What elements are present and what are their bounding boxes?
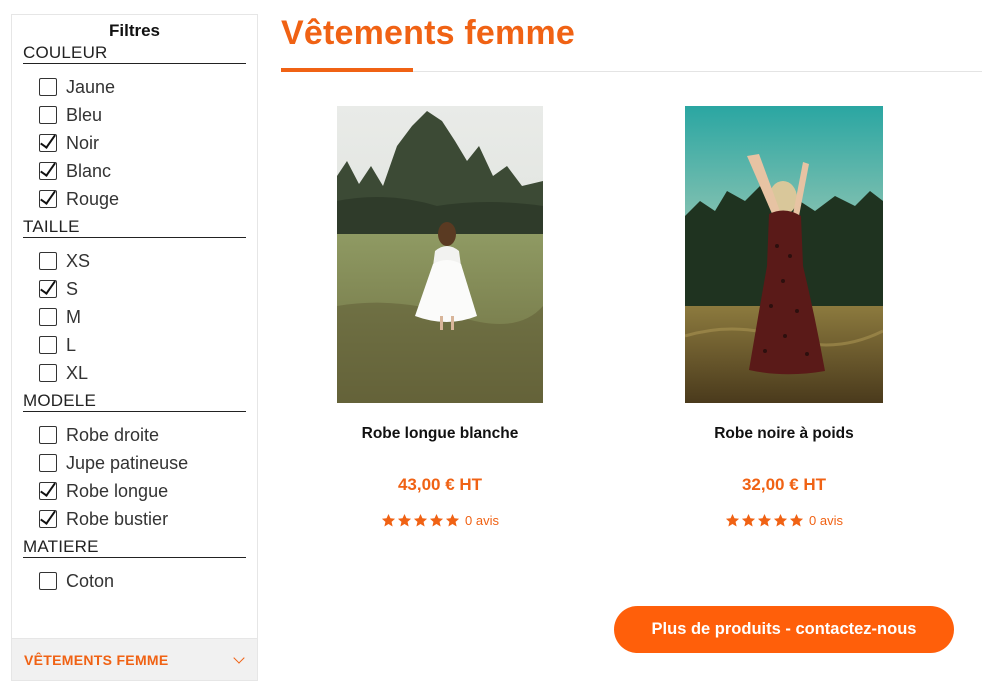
product-image[interactable]: [337, 106, 543, 403]
filter-option-label: S: [66, 278, 79, 299]
product-card: Robe noire à poids 32,00 € HT 0 avis: [624, 106, 944, 528]
star-icon: [773, 513, 788, 527]
filter-option-jupe-patineuse[interactable]: Jupe patineuse: [39, 449, 246, 477]
rating-stars: [381, 513, 460, 528]
product-rating: 0 avis: [624, 513, 944, 528]
filters-sidebar: Filtres COULEUR Jaune Bleu Noir Blanc Ro…: [11, 14, 258, 681]
filter-option-xs[interactable]: XS: [39, 247, 246, 275]
filter-option-label: XL: [66, 362, 89, 383]
filter-option-robe-droite[interactable]: Robe droite: [39, 421, 246, 449]
product-name[interactable]: Robe longue blanche: [280, 425, 600, 445]
contact-us-button[interactable]: Plus de produits - contactez-nous: [614, 606, 954, 653]
checkbox[interactable]: [39, 572, 57, 590]
checkbox[interactable]: [39, 364, 57, 382]
filter-options: Robe droite Jupe patineuse Robe longue R…: [23, 412, 246, 537]
checkbox[interactable]: [39, 78, 57, 96]
page-title: Vêtements femme: [281, 14, 576, 52]
title-accent-bar: [281, 68, 413, 72]
star-icon: [413, 513, 428, 527]
filter-option-l[interactable]: L: [39, 331, 246, 359]
filter-option-noir[interactable]: Noir: [39, 129, 246, 157]
star-icon: [381, 513, 396, 527]
checkbox[interactable]: [39, 106, 57, 124]
filter-option-label: Blanc: [66, 160, 112, 181]
filter-option-s[interactable]: S: [39, 275, 246, 303]
filter-option-label: XS: [66, 250, 91, 271]
star-icon: [725, 513, 740, 527]
filter-option-robe-bustier[interactable]: Robe bustier: [39, 505, 246, 533]
filter-option-label: Jaune: [66, 76, 116, 97]
filter-option-coton[interactable]: Coton: [39, 567, 246, 595]
filter-option-label: Noir: [66, 132, 100, 153]
checkbox[interactable]: [39, 336, 57, 354]
filter-group-title: MATIERE: [23, 537, 246, 558]
filter-option-m[interactable]: M: [39, 303, 246, 331]
star-icon: [445, 513, 460, 527]
product-card: Robe longue blanche 43,00 € HT 0 avis: [280, 106, 600, 528]
product-image[interactable]: [685, 106, 883, 403]
checkbox[interactable]: [39, 190, 57, 208]
filter-group-taille: TAILLE XS S M L XL: [23, 217, 246, 391]
star-icon: [429, 513, 444, 527]
filter-option-robe-longue[interactable]: Robe longue: [39, 477, 246, 505]
filter-option-label: Robe droite: [66, 424, 160, 445]
star-icon: [789, 513, 804, 527]
filter-option-bleu[interactable]: Bleu: [39, 101, 246, 129]
filter-group-title: MODELE: [23, 391, 246, 412]
filter-option-label: Coton: [66, 570, 115, 591]
review-count[interactable]: 0 avis: [465, 513, 499, 528]
star-icon: [397, 513, 412, 527]
checkbox[interactable]: [39, 308, 57, 326]
filter-options: XS S M L XL: [23, 238, 246, 391]
filter-group-title: TAILLE: [23, 217, 246, 238]
filter-option-label: M: [66, 306, 81, 327]
checkbox[interactable]: [39, 426, 57, 444]
checkbox[interactable]: [39, 280, 57, 298]
checkbox[interactable]: [39, 252, 57, 270]
product-name[interactable]: Robe noire à poids: [624, 425, 944, 445]
filter-group-matiere: MATIERE Coton: [23, 537, 246, 599]
product-price: 43,00 € HT: [397, 475, 483, 494]
filter-options: Jaune Bleu Noir Blanc Rouge: [23, 64, 246, 217]
product-rating: 0 avis: [280, 513, 600, 528]
filter-group-couleur: COULEUR Jaune Bleu Noir Blanc Rouge: [23, 43, 246, 217]
review-count[interactable]: 0 avis: [809, 513, 843, 528]
category-dropdown-label: VÊTEMENTS FEMME: [24, 651, 169, 668]
filter-option-xl[interactable]: XL: [39, 359, 246, 387]
filter-option-blanc[interactable]: Blanc: [39, 157, 246, 185]
filter-option-label: L: [66, 334, 77, 355]
filter-option-label: Robe bustier: [66, 508, 169, 529]
filter-option-label: Bleu: [66, 104, 103, 125]
star-icon: [741, 513, 756, 527]
star-icon: [757, 513, 772, 527]
category-dropdown[interactable]: VÊTEMENTS FEMME: [12, 638, 257, 680]
rating-stars: [725, 513, 804, 528]
filter-option-jaune[interactable]: Jaune: [39, 73, 246, 101]
checkbox[interactable]: [39, 510, 57, 528]
checkbox[interactable]: [39, 162, 57, 180]
filter-option-label: Rouge: [66, 188, 120, 209]
filter-option-rouge[interactable]: Rouge: [39, 185, 246, 213]
chevron-down-icon: [233, 651, 245, 664]
filters-title: Filtres: [108, 21, 161, 40]
product-price: 32,00 € HT: [741, 475, 827, 494]
checkbox[interactable]: [39, 454, 57, 472]
filter-group-modele: MODELE Robe droite Jupe patineuse Robe l…: [23, 391, 246, 537]
filter-option-label: Robe longue: [66, 480, 169, 501]
checkbox[interactable]: [39, 482, 57, 500]
filter-option-label: Jupe patineuse: [66, 452, 189, 473]
checkbox[interactable]: [39, 134, 57, 152]
filter-options: Coton: [23, 558, 246, 599]
filter-group-title: COULEUR: [23, 43, 246, 64]
